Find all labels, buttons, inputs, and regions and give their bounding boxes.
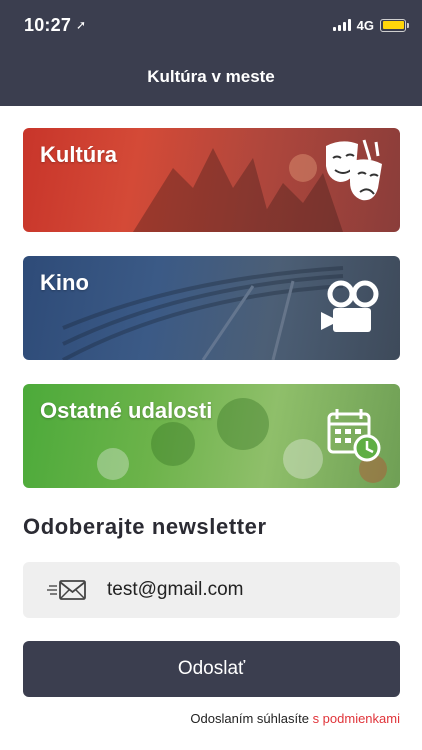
calendar-clock-icon (327, 409, 381, 462)
terms-link[interactable]: s podmienkami (313, 711, 400, 726)
location-arrow-icon: ➚ (76, 18, 87, 32)
network-type: 4G (356, 17, 374, 33)
status-time: 10:27 ➚ (24, 15, 86, 36)
mail-send-icon (47, 580, 86, 600)
email-field[interactable] (23, 562, 400, 618)
battery-icon (380, 18, 409, 32)
terms-text: Odoslaním súhlasíte (190, 711, 309, 726)
app-screen: 10:27 ➚ 4G Kultúra v meste Kultúra Kino … (0, 0, 422, 750)
email-input[interactable] (107, 579, 367, 601)
movie-camera-icon (321, 280, 379, 332)
category-card-kino[interactable]: Kino (23, 256, 400, 360)
submit-button[interactable]: Odoslať (23, 641, 400, 697)
terms-notice: Odoslaním súhlasíte s podmienkami (190, 711, 400, 726)
category-label: Ostatné udalosti (40, 398, 213, 423)
app-header: 10:27 ➚ 4G Kultúra v meste (0, 0, 422, 106)
status-time-text: 10:27 (24, 15, 72, 35)
theater-masks-icon (326, 139, 382, 201)
category-label: Kultúra (40, 142, 117, 167)
signal-icon (332, 19, 351, 31)
category-label: Kino (40, 270, 89, 295)
category-card-ostatne-udalosti[interactable]: Ostatné udalosti (23, 384, 400, 488)
page-title: Kultúra v meste (147, 67, 275, 86)
category-card-kultura[interactable]: Kultúra (23, 128, 400, 232)
newsletter-title: Odoberajte newsletter (23, 514, 267, 539)
status-indicators: 4G (332, 17, 409, 33)
